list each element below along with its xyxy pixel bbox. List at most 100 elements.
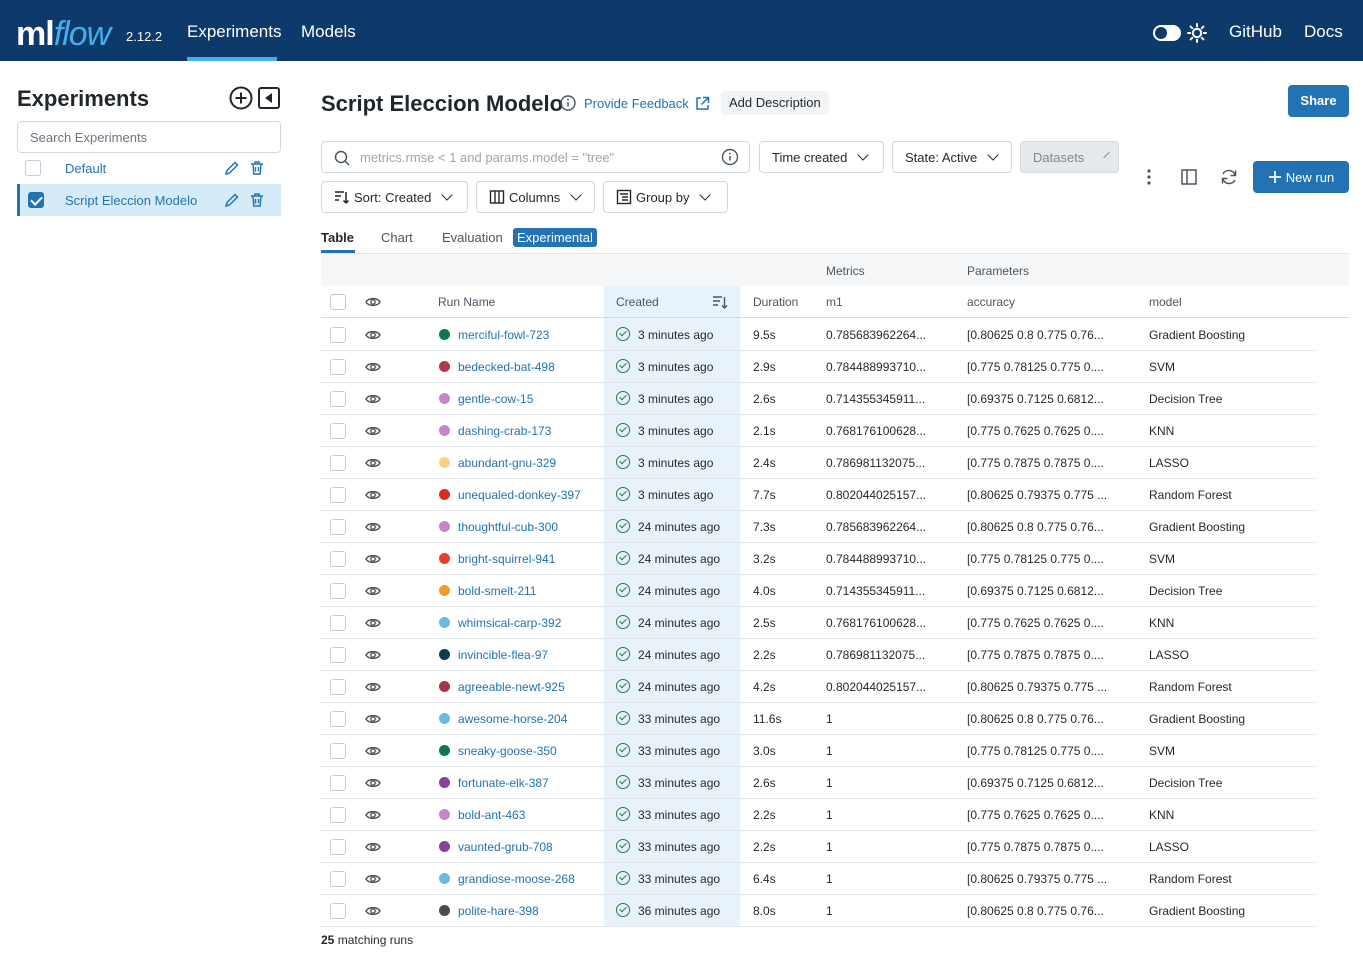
tab-table[interactable]: Table [321, 230, 354, 245]
run-name-link[interactable]: agreeable-newt-925 [458, 680, 565, 694]
docs-link[interactable]: Docs [1304, 22, 1343, 42]
eye-icon[interactable] [365, 808, 381, 822]
tab-chart[interactable]: Chart [381, 230, 413, 245]
run-name-link[interactable]: whimsical-carp-392 [458, 616, 561, 630]
table-row[interactable]: grandiose-moose-268 33 minutes ago 6.4s 1 [0… [321, 863, 1317, 895]
table-row[interactable]: thoughtful-cub-300 24 minutes ago 7.3s 0.78… [321, 511, 1317, 543]
nav-models[interactable]: Models [301, 22, 356, 42]
info-icon[interactable] [721, 148, 739, 166]
run-name-link[interactable]: unequaled-donkey-397 [458, 488, 581, 502]
row-checkbox[interactable] [330, 679, 346, 695]
info-icon[interactable] [560, 95, 576, 111]
table-row[interactable]: merciful-fowl-723 3 minutes ago 9.5s 0.7856… [321, 319, 1317, 351]
row-checkbox[interactable] [330, 807, 346, 823]
table-row[interactable]: abundant-gnu-329 3 minutes ago 2.4s 0.78698… [321, 447, 1317, 479]
run-color-dot[interactable] [439, 873, 450, 884]
table-row[interactable]: bold-smelt-211 24 minutes ago 4.0s 0.714355… [321, 575, 1317, 607]
run-name-link[interactable]: vaunted-grub-708 [458, 840, 553, 854]
run-color-dot[interactable] [439, 777, 450, 788]
table-row[interactable]: polite-hare-398 36 minutes ago 8.0s 1 [0.806… [321, 895, 1317, 927]
run-name-link[interactable]: fortunate-elk-387 [458, 776, 549, 790]
row-checkbox[interactable] [330, 615, 346, 631]
experiment-name[interactable]: Script Eleccion Modelo [65, 193, 197, 208]
run-color-dot[interactable] [439, 361, 450, 372]
table-row[interactable]: agreeable-newt-925 24 minutes ago 4.2s 0.80… [321, 671, 1317, 703]
eye-icon[interactable] [365, 744, 381, 758]
table-row[interactable]: sneaky-goose-350 33 minutes ago 3.0s 1 [0.77… [321, 735, 1317, 767]
table-row[interactable]: unequaled-donkey-397 3 minutes ago 7.7s 0.8… [321, 479, 1317, 511]
table-row[interactable]: invincible-flea-97 24 minutes ago 2.2s 0.78… [321, 639, 1317, 671]
run-name-link[interactable]: bold-smelt-211 [458, 584, 536, 598]
row-checkbox[interactable] [330, 487, 346, 503]
eye-icon[interactable] [365, 520, 381, 534]
more-options-icon[interactable] [1140, 168, 1158, 186]
eye-icon[interactable] [365, 328, 381, 342]
row-checkbox[interactable] [330, 359, 346, 375]
eye-icon[interactable] [365, 295, 381, 309]
row-checkbox[interactable] [330, 327, 346, 343]
new-run-button[interactable]: New run [1253, 161, 1349, 193]
refresh-icon[interactable] [1220, 168, 1238, 186]
table-row[interactable]: bedecked-bat-498 3 minutes ago 2.9s 0.78448… [321, 351, 1317, 383]
run-name-link[interactable]: sneaky-goose-350 [458, 744, 557, 758]
eye-icon[interactable] [365, 456, 381, 470]
eye-icon[interactable] [365, 616, 381, 630]
eye-icon[interactable] [365, 776, 381, 790]
run-color-dot[interactable] [439, 649, 450, 660]
eye-icon[interactable] [365, 552, 381, 566]
eye-icon[interactable] [365, 712, 381, 726]
dark-mode-toggle[interactable] [1153, 25, 1181, 41]
table-row[interactable]: bold-ant-463 33 minutes ago 2.2s 1 [0.775 0.… [321, 799, 1317, 831]
row-checkbox[interactable] [330, 839, 346, 855]
collapse-sidebar-icon[interactable] [257, 86, 281, 110]
side-panel-icon[interactable] [1180, 168, 1198, 186]
table-row[interactable]: fortunate-elk-387 33 minutes ago 2.6s 1 [0.6… [321, 767, 1317, 799]
row-checkbox[interactable] [330, 423, 346, 439]
run-color-dot[interactable] [439, 553, 450, 564]
run-color-dot[interactable] [439, 457, 450, 468]
edit-icon[interactable] [224, 192, 240, 208]
edit-icon[interactable] [224, 160, 240, 176]
run-color-dot[interactable] [439, 905, 450, 916]
share-button[interactable]: Share [1288, 85, 1349, 117]
table-row[interactable]: gentle-cow-15 3 minutes ago 2.6s 0.71435534… [321, 383, 1317, 415]
run-name-link[interactable]: bedecked-bat-498 [458, 360, 555, 374]
run-name-link[interactable]: abundant-gnu-329 [458, 456, 556, 470]
column-header-model[interactable]: model [1149, 295, 1182, 309]
run-color-dot[interactable] [439, 841, 450, 852]
select-all-checkbox[interactable] [330, 294, 346, 310]
row-checkbox[interactable] [330, 391, 346, 407]
column-header-run-name[interactable]: Run Name [438, 295, 495, 309]
table-row[interactable]: bright-squirrel-941 24 minutes ago 3.2s 0.7… [321, 543, 1317, 575]
provide-feedback-link[interactable]: Provide Feedback [584, 96, 710, 111]
add-description-button[interactable]: Add Description [721, 91, 829, 115]
run-color-dot[interactable] [439, 617, 450, 628]
run-search-box[interactable] [321, 141, 750, 173]
columns-dropdown[interactable]: Columns [476, 181, 595, 213]
run-color-dot[interactable] [439, 745, 450, 756]
experiment-name[interactable]: Default [65, 161, 106, 176]
column-header-m1[interactable]: m1 [826, 295, 843, 309]
experiment-item-default[interactable]: Default [17, 152, 281, 184]
table-row[interactable]: whimsical-carp-392 24 minutes ago 2.5s 0.76… [321, 607, 1317, 639]
run-name-link[interactable]: thoughtful-cub-300 [458, 520, 558, 534]
column-header-created[interactable]: Created [616, 295, 659, 309]
run-color-dot[interactable] [439, 329, 450, 340]
experiment-checkbox[interactable] [25, 160, 41, 176]
table-row[interactable]: awesome-horse-204 33 minutes ago 11.6s 1 [0.… [321, 703, 1317, 735]
github-link[interactable]: GitHub [1229, 22, 1282, 42]
eye-icon[interactable] [365, 360, 381, 374]
run-name-link[interactable]: dashing-crab-173 [458, 424, 551, 438]
run-name-link[interactable]: awesome-horse-204 [458, 712, 567, 726]
eye-icon[interactable] [365, 392, 381, 406]
time-created-dropdown[interactable]: Time created [759, 141, 884, 173]
tab-evaluation[interactable]: Evaluation [442, 230, 503, 245]
state-dropdown[interactable]: State: Active [892, 141, 1012, 173]
add-experiment-icon[interactable] [229, 86, 253, 110]
row-checkbox[interactable] [330, 711, 346, 727]
eye-icon[interactable] [365, 872, 381, 886]
run-color-dot[interactable] [439, 713, 450, 724]
mlflow-logo[interactable]: ml flow [16, 8, 111, 52]
eye-icon[interactable] [365, 904, 381, 918]
run-color-dot[interactable] [439, 489, 450, 500]
